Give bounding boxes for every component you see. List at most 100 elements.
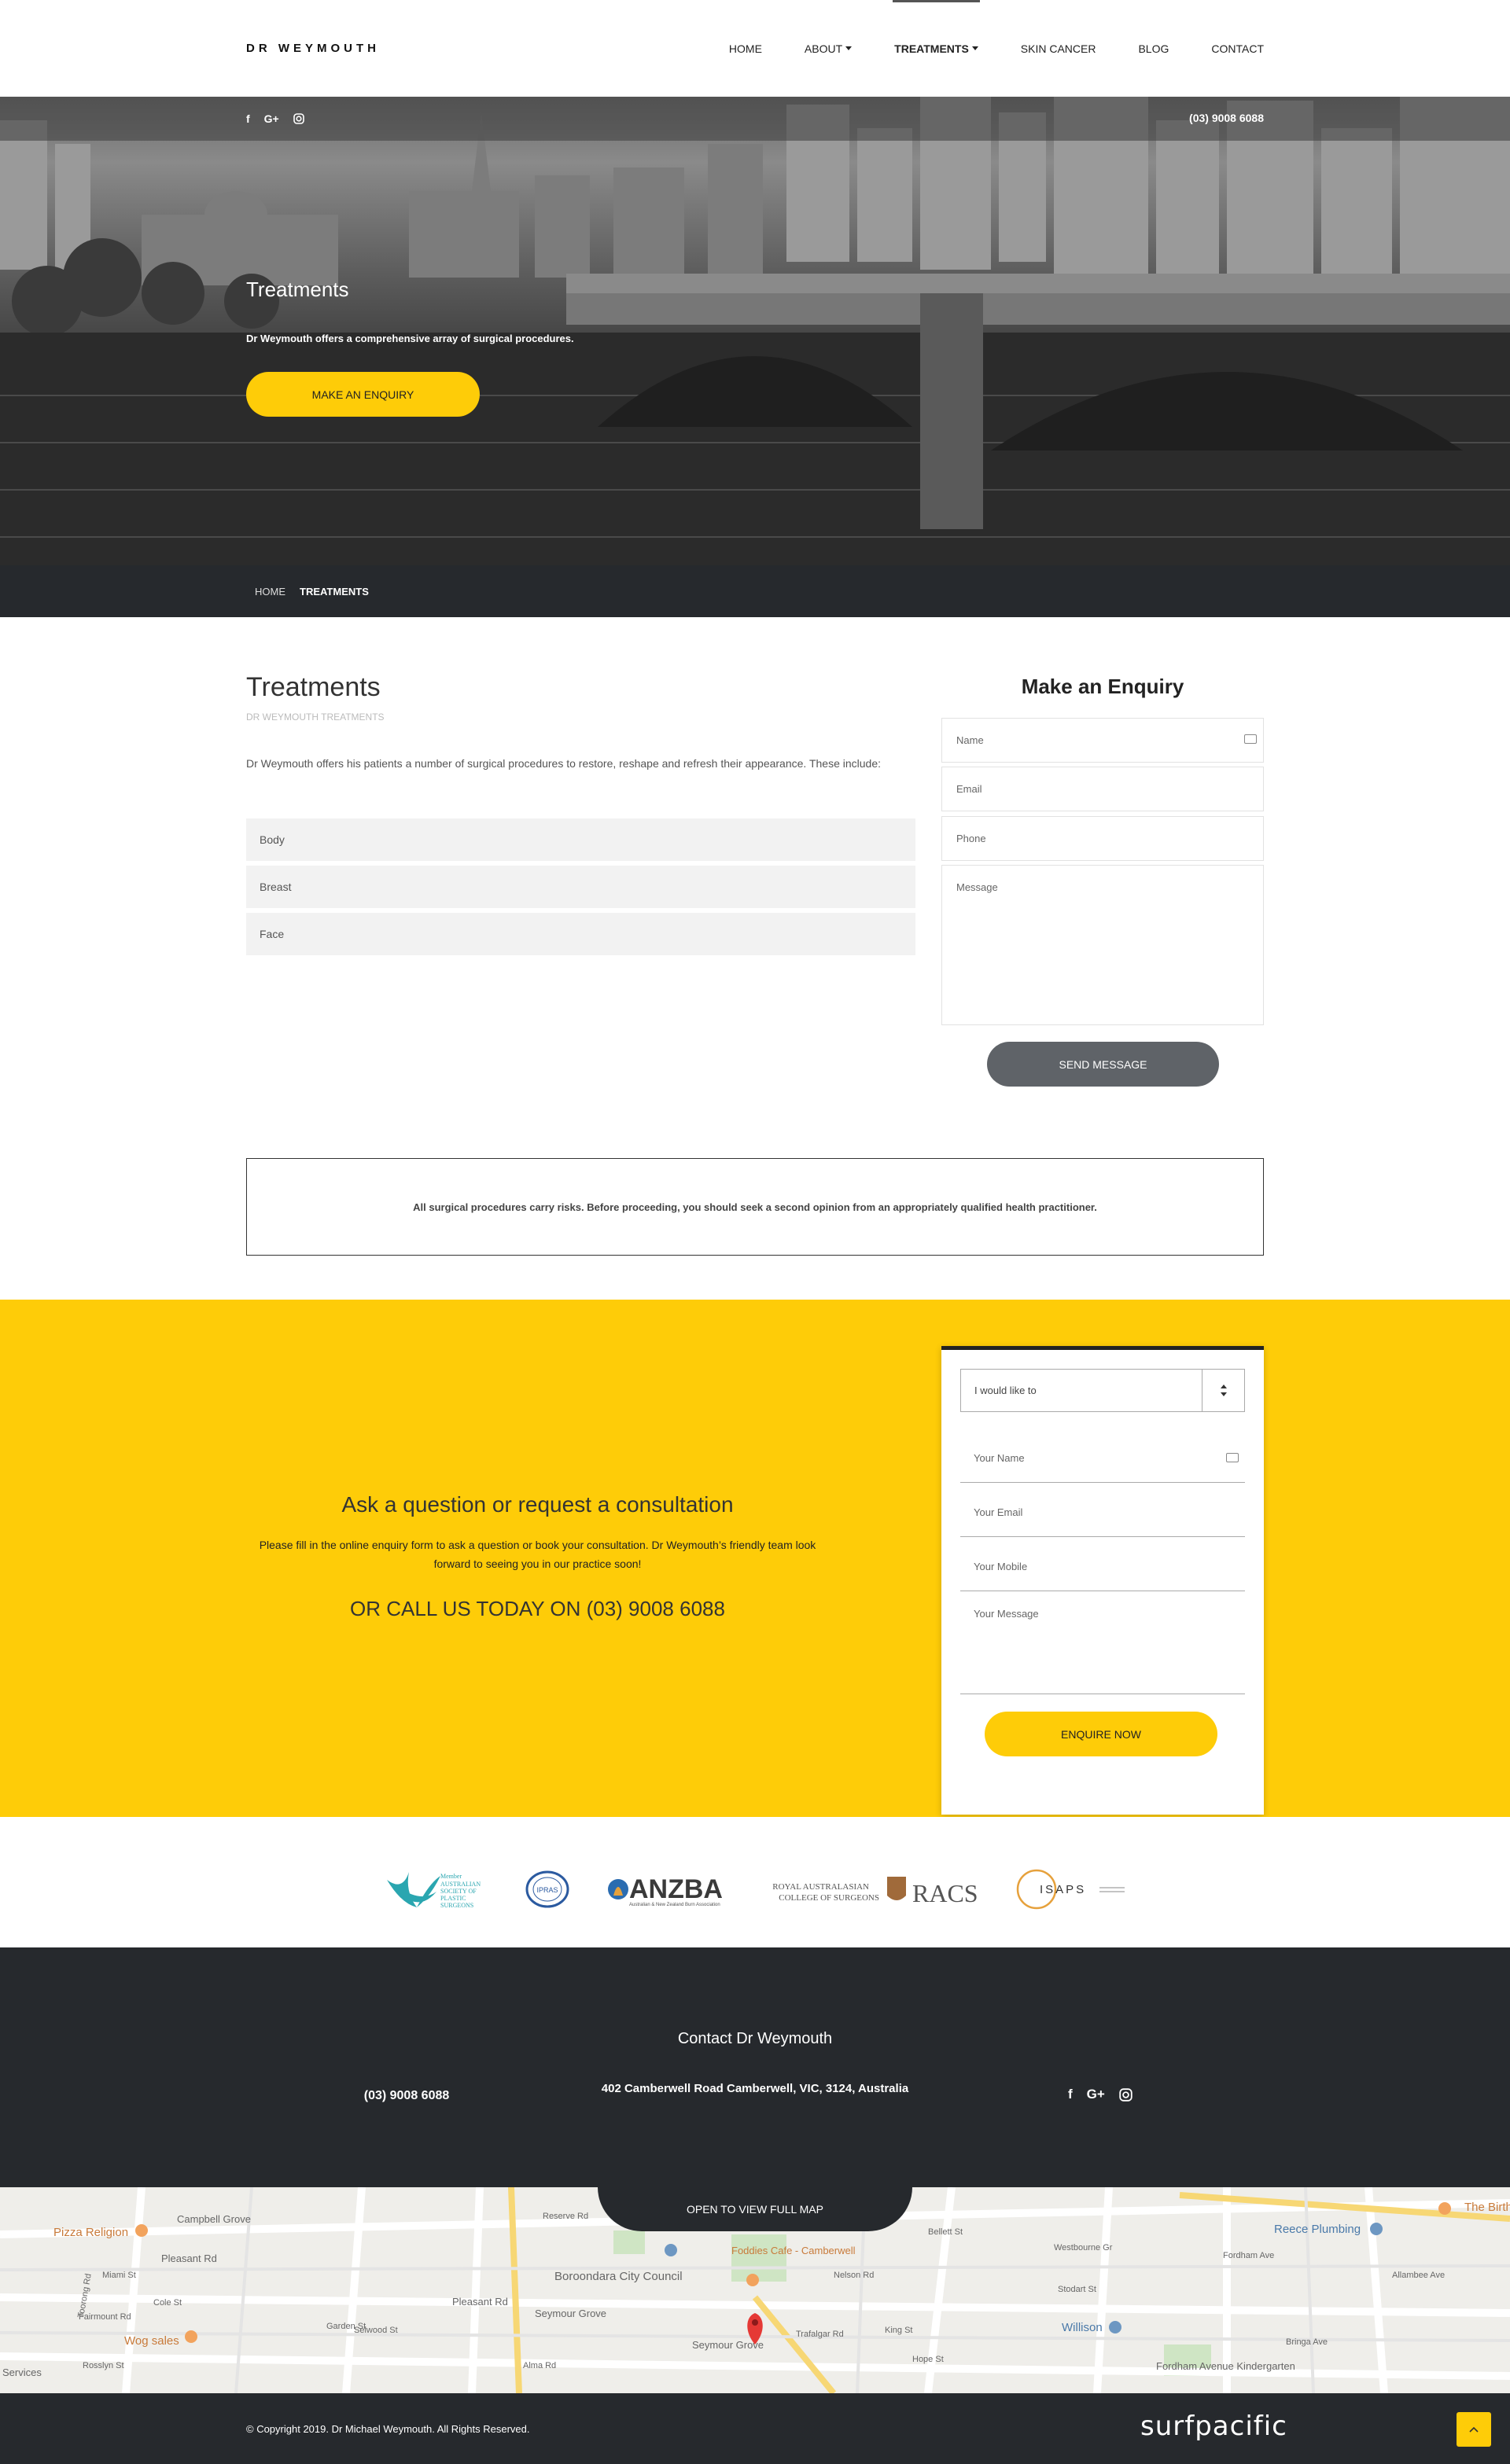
site-header: DR WEYMOUTH HOME ABOUT TREATMENTS SKIN C… bbox=[0, 0, 1510, 97]
instagram-icon[interactable] bbox=[293, 113, 304, 124]
anzba-logo[interactable]: ANZBA Australian & New Zealand Burn Asso… bbox=[608, 1874, 723, 1907]
svg-text:Willison: Willison bbox=[1062, 2321, 1103, 2334]
your-message-placeholder: Your Message bbox=[974, 1608, 1039, 1620]
breadcrumb-current: TREATMENTS bbox=[300, 585, 369, 598]
treatment-list: Body Breast Face bbox=[246, 818, 915, 960]
copyright-text: © Copyright 2019. Dr Michael Weymouth. A… bbox=[246, 2423, 530, 2435]
message-field[interactable]: Message bbox=[941, 865, 1264, 1025]
your-message-field[interactable]: Your Message bbox=[960, 1596, 1245, 1694]
chevron-up-icon bbox=[1469, 2426, 1479, 2433]
surfpacific-logo[interactable]: surfpacific bbox=[1140, 2411, 1287, 2442]
svg-text:The Birth: The Birth bbox=[1464, 2201, 1510, 2214]
footer-phone[interactable]: (03) 9008 6088 bbox=[328, 2089, 485, 2103]
make-enquiry-button[interactable]: MAKE AN ENQUIRY bbox=[246, 372, 480, 417]
your-email-field[interactable]: Your Email bbox=[960, 1488, 1245, 1537]
name-field[interactable]: Name bbox=[941, 718, 1264, 763]
top-info-bar: f G+ (03) 9008 6088 bbox=[0, 97, 1510, 141]
treatment-item-body[interactable]: Body bbox=[246, 818, 915, 861]
cta-text: Please fill in the online enquiry form t… bbox=[259, 1539, 816, 1570]
top-social-links: f G+ bbox=[246, 112, 304, 125]
svg-text:Fordham Avenue Kindergarten: Fordham Avenue Kindergarten bbox=[1156, 2360, 1295, 2372]
contact-card-icon bbox=[1226, 1453, 1239, 1462]
svg-text:Wog sales: Wog sales bbox=[124, 2334, 179, 2348]
svg-text:Campbell Grove: Campbell Grove bbox=[177, 2213, 251, 2225]
svg-text:King St: King St bbox=[885, 2326, 912, 2335]
racs-line-1: ROYAL AUSTRALASIAN bbox=[772, 1882, 869, 1892]
asps-logo[interactable]: Member AUSTRALIAN SOCIETY OF PLASTIC SUR… bbox=[387, 1872, 481, 1909]
google-plus-icon[interactable]: G+ bbox=[264, 112, 279, 125]
nav-contact[interactable]: CONTACT bbox=[1211, 0, 1264, 97]
nav-skin-cancer[interactable]: SKIN CANCER bbox=[1021, 0, 1096, 97]
send-message-button[interactable]: SEND MESSAGE bbox=[987, 1042, 1219, 1087]
open-full-map-button[interactable]: OPEN TO VIEW FULL MAP bbox=[598, 2187, 912, 2231]
hero-subtitle: Dr Weymouth offers a comprehensive array… bbox=[246, 333, 574, 344]
asps-line-3: SOCIETY OF bbox=[440, 1888, 477, 1895]
phone-placeholder: Phone bbox=[956, 833, 986, 844]
footer-address: 402 Camberwell Road Camberwell, VIC, 312… bbox=[601, 2082, 909, 2095]
asps-line-2: AUSTRALIAN bbox=[440, 1881, 481, 1888]
svg-text:Rosslyn St: Rosslyn St bbox=[83, 2361, 124, 2370]
caret-down-icon bbox=[845, 46, 853, 50]
select-arrows-icon[interactable] bbox=[1202, 1370, 1244, 1411]
consultation-section: Ask a question or request a consultation… bbox=[0, 1300, 1510, 1817]
back-to-top-button[interactable] bbox=[1457, 2412, 1491, 2447]
treatment-item-face[interactable]: Face bbox=[246, 913, 915, 955]
racs-text: RACS bbox=[912, 1879, 978, 1907]
bottom-bar: © Copyright 2019. Dr Michael Weymouth. A… bbox=[0, 2393, 1510, 2464]
risk-disclaimer: All surgical procedures carry risks. Bef… bbox=[246, 1158, 1264, 1256]
breadcrumb-home[interactable]: HOME bbox=[255, 586, 285, 598]
contact-footer: Contact Dr Weymouth (03) 9008 6088 402 C… bbox=[0, 1947, 1510, 2187]
svg-text:Miami St: Miami St bbox=[102, 2271, 136, 2280]
your-mobile-field[interactable]: Your Mobile bbox=[960, 1542, 1245, 1591]
svg-text:Garden St: Garden St bbox=[326, 2322, 366, 2331]
svg-text:Bellett St: Bellett St bbox=[928, 2227, 963, 2237]
phone-field[interactable]: Phone bbox=[941, 816, 1264, 861]
svg-text:Reserve Rd: Reserve Rd bbox=[543, 2212, 588, 2221]
nav-home[interactable]: HOME bbox=[729, 0, 762, 97]
consultation-form: I would like to Your Name Your Email You… bbox=[941, 1346, 1264, 1815]
email-field[interactable]: Email bbox=[941, 767, 1264, 811]
enquire-now-button[interactable]: ENQUIRE NOW bbox=[985, 1712, 1217, 1756]
cta-title: Ask a question or request a consultation bbox=[341, 1492, 734, 1517]
accreditation-logos: Member AUSTRALIAN SOCIETY OF PLASTIC SUR… bbox=[0, 1817, 1510, 1947]
nav-home-label: HOME bbox=[728, 42, 762, 55]
facebook-icon[interactable]: f bbox=[1068, 2087, 1073, 2102]
nav-contact-label: CONTACT bbox=[1211, 42, 1264, 55]
nav-about[interactable]: ABOUT bbox=[804, 0, 853, 97]
isaps-text: ISAPS bbox=[1040, 1883, 1086, 1896]
site-logo[interactable]: DR WEYMOUTH bbox=[246, 42, 380, 55]
your-name-field[interactable]: Your Name bbox=[960, 1433, 1245, 1483]
top-phone-link[interactable]: (03) 9008 6088 bbox=[1189, 112, 1264, 124]
cta-call-text[interactable]: OR CALL US TODAY ON (03) 9008 6088 bbox=[246, 1597, 829, 1621]
svg-text:Allambee Ave: Allambee Ave bbox=[1392, 2271, 1445, 2280]
your-email-placeholder: Your Email bbox=[974, 1506, 1023, 1518]
contact-card-icon bbox=[1244, 734, 1257, 744]
nav-about-label: ABOUT bbox=[804, 42, 843, 55]
enquiry-type-select[interactable]: I would like to bbox=[960, 1369, 1245, 1412]
accreditation-logo-strip: Member AUSTRALIAN SOCIETY OF PLASTIC SUR… bbox=[387, 1869, 1125, 1910]
isaps-logo[interactable]: ISAPS bbox=[1016, 1869, 1125, 1910]
hero-banner: f G+ (03) 9008 6088 Treatments Dr Weymou… bbox=[0, 97, 1510, 565]
name-placeholder: Name bbox=[956, 734, 984, 746]
email-placeholder: Email bbox=[956, 783, 982, 795]
nav-treatments[interactable]: TREATMENTS bbox=[893, 0, 980, 97]
svg-text:Pizza Religion: Pizza Religion bbox=[53, 2226, 128, 2239]
racs-logo[interactable]: ROYAL AUSTRALASIAN COLLEGE OF SURGEONS R… bbox=[772, 1877, 978, 1907]
google-plus-icon[interactable]: G+ bbox=[1087, 2087, 1105, 2102]
nav-blog[interactable]: BLOG bbox=[1138, 0, 1169, 97]
treatment-item-breast[interactable]: Breast bbox=[246, 866, 915, 908]
ipras-logo[interactable]: IPRAS bbox=[525, 1870, 569, 1908]
instagram-icon[interactable] bbox=[1119, 2087, 1132, 2102]
svg-text:Trafalgar Rd: Trafalgar Rd bbox=[796, 2330, 844, 2339]
nav-treatments-label: TREATMENTS bbox=[894, 42, 969, 55]
page-intro: Dr Weymouth offers his patients a number… bbox=[246, 757, 881, 770]
facebook-icon[interactable]: f bbox=[246, 112, 250, 125]
main-nav: HOME ABOUT TREATMENTS SKIN CANCER BLOG C… bbox=[687, 0, 1264, 97]
footer-title: Contact Dr Weymouth bbox=[677, 2030, 833, 2047]
location-map[interactable]: Campbell Grove Pizza Religion Pleasant R… bbox=[0, 2187, 1510, 2393]
ipras-text: IPRAS bbox=[536, 1886, 558, 1894]
svg-text:Services: Services bbox=[2, 2367, 42, 2378]
svg-text:Stodart St: Stodart St bbox=[1058, 2285, 1096, 2294]
nav-blog-label: BLOG bbox=[1138, 42, 1169, 55]
your-name-placeholder: Your Name bbox=[974, 1452, 1025, 1464]
